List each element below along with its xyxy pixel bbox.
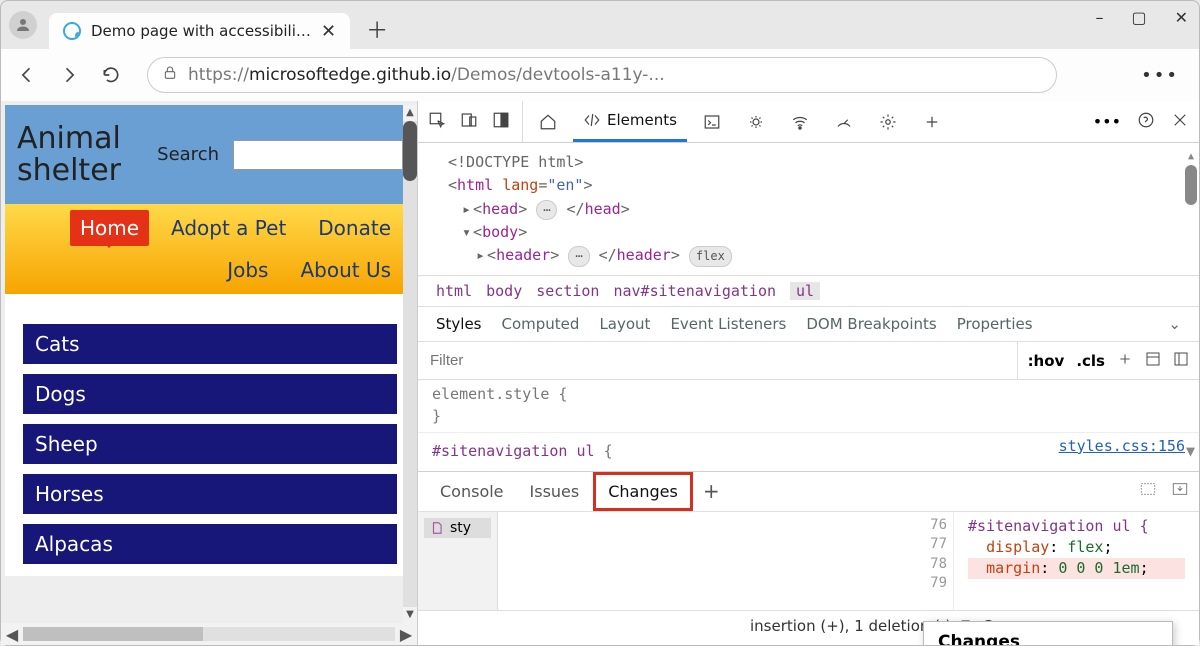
changed-file[interactable]: sty: [424, 518, 491, 538]
new-tab-button[interactable]: ＋: [366, 13, 388, 45]
nav-home[interactable]: Home: [70, 210, 149, 246]
list-item[interactable]: Sheep: [23, 424, 397, 464]
crumb-nav[interactable]: nav#sitenavigation: [613, 282, 776, 300]
crumb-ul[interactable]: ul: [790, 282, 820, 300]
context-menu: Changes Remove from Quick View Move to t…: [923, 621, 1173, 645]
properties-subtab[interactable]: Properties: [957, 315, 1033, 333]
diff-summary: insertion (+), 1 deletion (-): [750, 617, 951, 635]
drawer-console-tab[interactable]: Console: [428, 472, 516, 511]
popup-title: Changes: [924, 628, 1172, 645]
url-text: https://microsoftedge.github.io/Demos/de…: [188, 65, 665, 85]
listeners-subtab[interactable]: Event Listeners: [670, 315, 786, 333]
address-bar[interactable]: https://microsoftedge.github.io/Demos/de…: [147, 57, 1057, 93]
search-label: Search: [157, 144, 219, 165]
drawer-expand-icon[interactable]: [1171, 480, 1189, 502]
tab-close-icon[interactable]: ✕: [321, 21, 336, 42]
nav-donate[interactable]: Donate: [308, 210, 401, 246]
main-nav: Home Adopt a Pet Donate Jobs About Us: [5, 204, 415, 294]
cls-toggle[interactable]: .cls: [1076, 352, 1105, 370]
welcome-tab[interactable]: [529, 101, 567, 142]
crumb-body[interactable]: body: [486, 282, 522, 300]
minimize-button[interactable]: –: [1095, 8, 1103, 27]
list-item[interactable]: Dogs: [23, 374, 397, 414]
line-gutter: 76 77 78 79: [914, 512, 954, 610]
add-tab-icon[interactable]: [913, 101, 951, 142]
nav-about[interactable]: About Us: [290, 252, 401, 288]
window-close-button[interactable]: ✕: [1175, 8, 1188, 27]
devtools-more-icon[interactable]: •••: [1093, 112, 1121, 131]
page-horizontal-scrollbar[interactable]: ◀▶: [1, 623, 417, 645]
dombp-subtab[interactable]: DOM Breakpoints: [806, 315, 936, 333]
profile-icon[interactable]: [9, 11, 37, 39]
sources-tab-icon[interactable]: [737, 101, 775, 142]
help-icon[interactable]: [1137, 111, 1155, 133]
performance-tab-icon[interactable]: [825, 101, 863, 142]
chevron-down-icon[interactable]: ⌄: [1168, 315, 1181, 333]
dom-tree[interactable]: <!DOCTYPE html> <html lang="en"> ▸<head>…: [418, 143, 1199, 275]
page-title: Animal shelter: [17, 123, 121, 186]
inspect-icon[interactable]: [428, 111, 446, 133]
devtools-panel: Elements ••• <!DOCTYPE html> <html lang=…: [417, 101, 1199, 645]
refresh-button[interactable]: [97, 61, 125, 89]
page-vertical-scrollbar[interactable]: ▲▼: [403, 105, 417, 623]
edge-favicon: [63, 22, 81, 40]
new-rule-icon[interactable]: [1117, 351, 1133, 371]
browser-tab[interactable]: Demo page with accessibility issues ✕: [49, 13, 350, 49]
dom-scrollbar[interactable]: ▲: [1185, 149, 1197, 239]
console-tab-icon[interactable]: [693, 101, 731, 142]
devtools-close-icon[interactable]: [1171, 111, 1189, 133]
crumb-html[interactable]: html: [436, 282, 472, 300]
lock-icon: [162, 65, 178, 85]
nav-jobs[interactable]: Jobs: [217, 252, 278, 288]
list-item[interactable]: Horses: [23, 474, 397, 514]
settings-tab-icon[interactable]: [869, 101, 907, 142]
device-toggle-icon[interactable]: [460, 111, 478, 133]
browser-menu-button[interactable]: •••: [1141, 65, 1179, 86]
nav-adopt[interactable]: Adopt a Pet: [161, 210, 296, 246]
drawer-issues-tab[interactable]: Issues: [518, 472, 592, 511]
list-item[interactable]: Alpacas: [23, 524, 397, 564]
expand-icon[interactable]: [1173, 351, 1189, 371]
page-viewport: Animal shelter Search Home Adopt a Pet D…: [1, 101, 417, 645]
styles-filter-input[interactable]: [418, 342, 1017, 379]
layout-subtab[interactable]: Layout: [599, 315, 650, 333]
dom-breadcrumb[interactable]: html body section nav#sitenavigation ul: [418, 275, 1199, 307]
drawer-dock-icon[interactable]: [1139, 480, 1157, 502]
tab-title: Demo page with accessibility issues: [91, 22, 311, 40]
list-item[interactable]: Cats: [23, 324, 397, 364]
computed-sidebar-icon[interactable]: [1145, 351, 1161, 371]
styles-subtab[interactable]: Styles: [436, 315, 482, 333]
hov-toggle[interactable]: :hov: [1028, 352, 1065, 370]
back-button[interactable]: [13, 61, 41, 89]
crumb-section[interactable]: section: [536, 282, 599, 300]
forward-button[interactable]: [55, 61, 83, 89]
changes-diff[interactable]: #sitenavigation ul { display: flex; marg…: [954, 512, 1199, 610]
elements-tab[interactable]: Elements: [573, 101, 687, 142]
maximize-button[interactable]: ▢: [1131, 8, 1146, 27]
network-tab-icon[interactable]: [781, 101, 819, 142]
search-input[interactable]: [233, 140, 403, 170]
computed-subtab[interactable]: Computed: [502, 315, 580, 333]
drawer-add-tab[interactable]: +: [695, 479, 728, 503]
dock-icon[interactable]: [492, 111, 510, 133]
style-rules[interactable]: element.style { }: [418, 380, 1199, 432]
drawer-changes-tab[interactable]: Changes: [593, 472, 693, 511]
